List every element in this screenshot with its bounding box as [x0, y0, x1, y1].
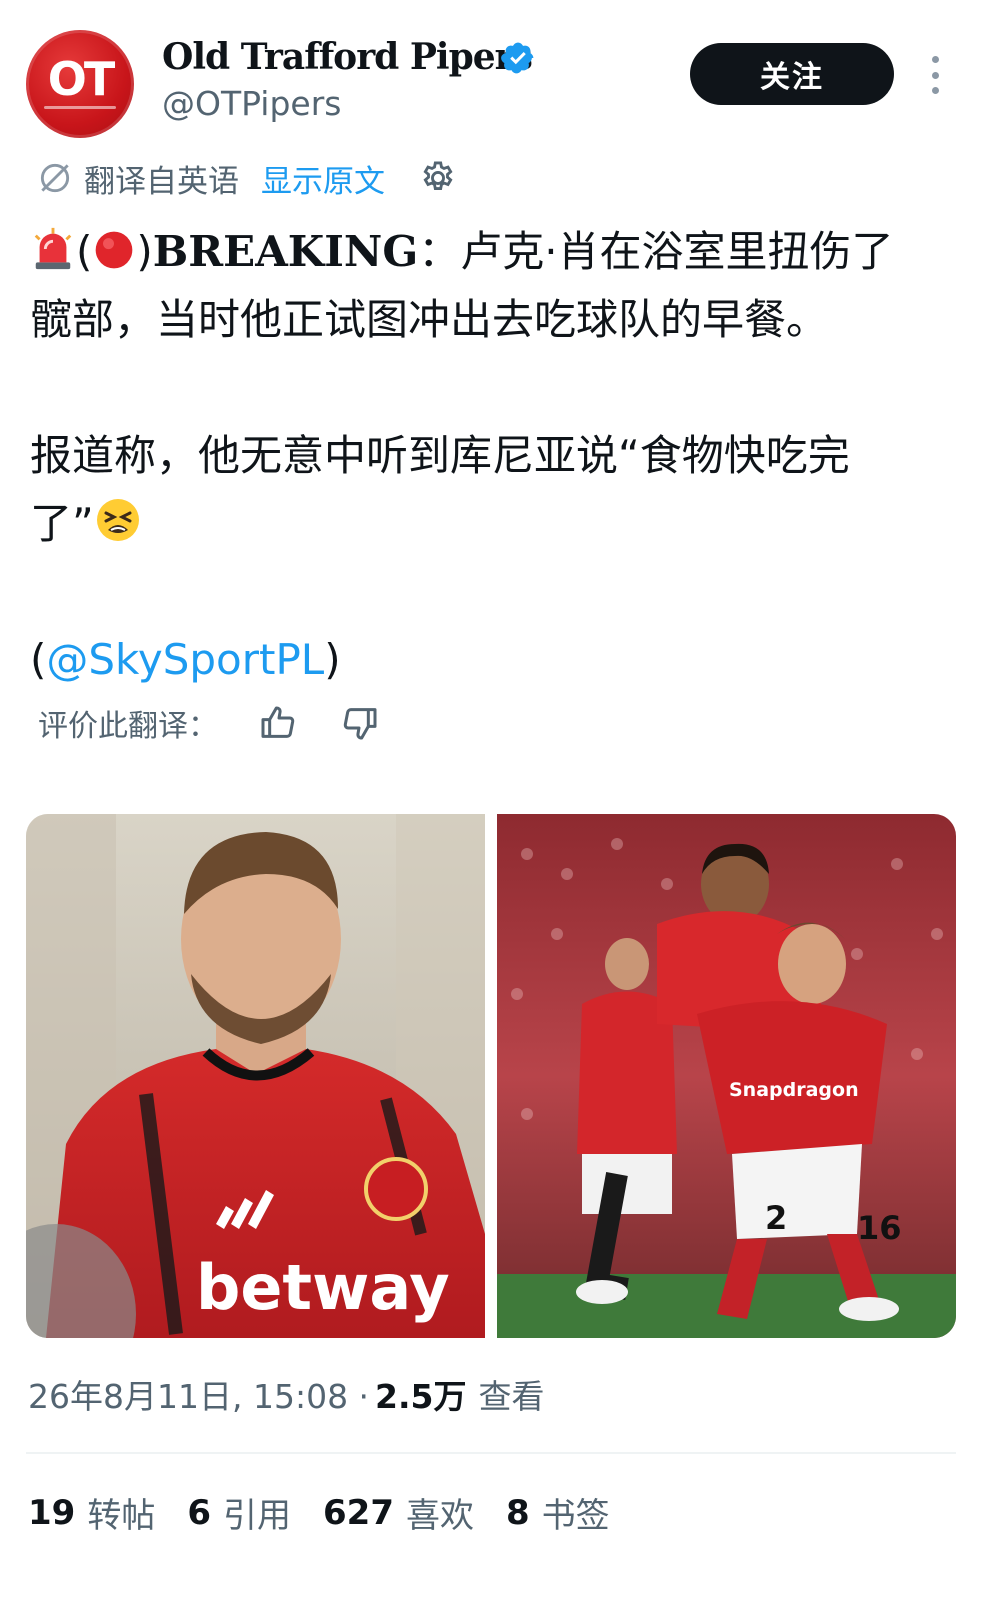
shorts-number-b: 16 — [857, 1209, 902, 1247]
more-options-icon[interactable] — [928, 56, 942, 94]
stat-label: 引用 — [223, 1496, 291, 1536]
mention-open-paren: ( — [30, 635, 47, 684]
mention-close-paren: ) — [324, 635, 341, 684]
stat-number: 627 — [323, 1492, 394, 1533]
tweet-line-2: 髋部，当时他正试图冲出去吃球队的早餐。 — [30, 295, 829, 344]
red-circle-emoji-icon — [96, 231, 133, 269]
breaking-open-paren: ( — [76, 227, 93, 276]
rate-translation-row: 评价此翻译： — [38, 700, 380, 746]
thumbs-down-icon[interactable] — [340, 703, 380, 743]
views-label: 查看 — [478, 1377, 545, 1416]
jersey-sponsor-text-right: Snapdragon — [729, 1079, 859, 1101]
stat-bookmarks[interactable]: 8 书签 — [506, 1488, 610, 1537]
tweet-para2-line-2: 了” — [30, 490, 970, 558]
timestamp[interactable]: 26年8月11日, 15:08 · — [28, 1370, 369, 1418]
tweet-text: ( )BREAKING：卢克·肖在浴室里扭伤了 髋部，当时他正试图冲出去吃球队的… — [30, 218, 970, 694]
stat-reposts[interactable]: 19 转帖 — [28, 1488, 155, 1537]
jersey-sponsor-text: betway — [196, 1251, 450, 1324]
engagement-stats: 19 转帖 6 引用 627 喜欢 8 书签 — [28, 1488, 642, 1537]
translation-row: 翻译自英语 显示原文 — [36, 156, 457, 200]
avatar-logo-underline — [44, 105, 116, 109]
siren-emoji-icon — [34, 227, 72, 270]
views-count: 2.5万 — [375, 1377, 467, 1416]
stat-label: 书签 — [541, 1496, 610, 1536]
divider — [26, 1452, 956, 1454]
tired-face-emoji-icon — [96, 499, 139, 541]
gear-icon[interactable] — [419, 159, 457, 197]
translated-from-label: 翻译自英语 — [84, 163, 239, 200]
avatar[interactable]: OT — [26, 30, 134, 138]
mention-link[interactable]: @SkySportPL — [46, 635, 324, 684]
stat-label: 转帖 — [87, 1496, 156, 1536]
player-portrait-image: betway — [26, 814, 485, 1338]
avatar-logo-text: OT — [47, 51, 116, 106]
tweet-meta: 26年8月11日, 15:08 · 2.5万 查看 — [28, 1370, 545, 1418]
rate-translation-label: 评价此翻译： — [38, 709, 218, 744]
account-handle[interactable]: @OTPipers — [162, 84, 342, 123]
show-original-link[interactable]: 显示原文 — [261, 156, 385, 201]
tweet-mention-line: (@SkySportPL) — [30, 626, 970, 694]
breaking-label: BREAKING — [152, 227, 419, 276]
shorts-number-a: 2 — [765, 1199, 787, 1237]
tweet-para2-line-1: 报道称，他无意中听到库尼亚说“食物快吃完 — [30, 431, 850, 480]
thumbs-up-icon[interactable] — [258, 703, 298, 743]
celebration-image: Snapdragon 2 16 — [497, 814, 956, 1338]
verified-badge-icon — [501, 42, 534, 74]
follow-button[interactable]: 关注 — [690, 43, 894, 105]
stat-number: 8 — [505, 1492, 530, 1533]
stat-quotes[interactable]: 6 引用 — [187, 1488, 291, 1537]
tweet-para2-line-2-text: 了” — [30, 499, 94, 548]
photo-left[interactable]: betway — [26, 814, 485, 1338]
tweet-line-1-rest: ：卢克·肖在浴室里扭伤了 — [418, 227, 894, 276]
translate-icon — [40, 163, 70, 193]
tweet-line-1: ( )BREAKING：卢克·肖在浴室里扭伤了 — [30, 218, 970, 286]
stat-label: 喜欢 — [405, 1496, 474, 1536]
stat-number: 19 — [28, 1492, 76, 1533]
account-name[interactable]: Old Trafford Pipers — [162, 36, 533, 78]
stat-likes[interactable]: 627 喜欢 — [323, 1488, 474, 1537]
photo-right[interactable]: Snapdragon 2 16 — [497, 814, 956, 1338]
breaking-close-paren: ) — [136, 227, 153, 276]
media-gallery: betway Snapdragon 2 16 — [26, 814, 956, 1338]
stat-number: 6 — [187, 1492, 211, 1533]
